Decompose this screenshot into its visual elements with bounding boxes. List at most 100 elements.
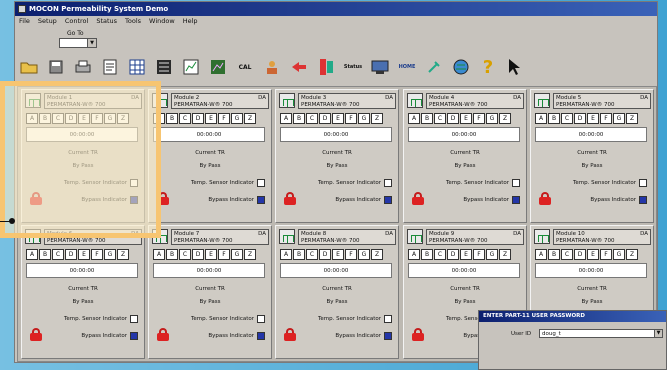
cell-button[interactable]: E — [205, 249, 217, 260]
cell-button[interactable]: B — [166, 249, 178, 260]
cell-button[interactable]: G — [231, 113, 243, 124]
globe-icon[interactable] — [451, 57, 471, 77]
cell-button[interactable]: D — [447, 249, 459, 260]
cell-button[interactable]: B — [293, 113, 305, 124]
back-arrow-icon[interactable] — [289, 57, 309, 77]
cell-button[interactable]: G — [104, 249, 116, 260]
cell-button[interactable]: C — [306, 249, 318, 260]
lock-icon[interactable] — [157, 328, 169, 341]
cell-button[interactable]: C — [561, 249, 573, 260]
module-card[interactable]: Module 4 DA PERMATRAN-W® 700 ABCDEFGZ 00:… — [403, 89, 527, 223]
lock-icon[interactable] — [412, 192, 424, 205]
cell-button[interactable]: C — [52, 249, 64, 260]
cell-button[interactable]: G — [486, 113, 498, 124]
module-tree-icon[interactable] — [534, 229, 550, 244]
module-tree-icon[interactable] — [407, 93, 423, 108]
users-icon[interactable] — [262, 57, 282, 77]
module-card[interactable]: Module 6DA PERMATRAN-W® 700 ABCDEFGZ 00:… — [21, 225, 145, 359]
cell-button[interactable]: D — [319, 249, 331, 260]
cell-button[interactable]: G — [613, 113, 625, 124]
module-tree-icon[interactable] — [279, 93, 295, 108]
module-card[interactable]: Module 2 DA PERMATRAN-W® 700 ABCDEFGZ 00:… — [148, 89, 272, 223]
cell-button[interactable]: F — [218, 249, 230, 260]
cell-button[interactable]: A — [280, 113, 292, 124]
lock-icon[interactable] — [284, 328, 296, 341]
user-id-select[interactable]: doug_t ▼ — [539, 329, 663, 338]
module-card[interactable]: Module 3 DA PERMATRAN-W® 700 ABCDEFGZ 00:… — [275, 89, 399, 223]
cell-button[interactable]: F — [600, 249, 612, 260]
menu-tools[interactable]: Tools — [125, 16, 141, 27]
cell-button[interactable]: Z — [244, 249, 256, 260]
cell-button[interactable]: E — [205, 113, 217, 124]
calibration-icon[interactable]: CAL — [235, 57, 255, 77]
cell-button[interactable]: D — [319, 113, 331, 124]
cell-button[interactable]: D — [192, 249, 204, 260]
cell-button[interactable]: Z — [499, 113, 511, 124]
lock-icon[interactable] — [539, 192, 551, 205]
cell-button[interactable]: F — [473, 113, 485, 124]
table-icon[interactable] — [154, 57, 174, 77]
menu-status[interactable]: Status — [96, 16, 117, 27]
cell-button[interactable]: C — [179, 113, 191, 124]
cell-button[interactable]: B — [548, 249, 560, 260]
menu-control[interactable]: Control — [65, 16, 89, 27]
cell-button[interactable]: A — [153, 249, 165, 260]
goto-select[interactable]: ▼ — [59, 38, 97, 48]
cell-button[interactable]: E — [587, 113, 599, 124]
module-card[interactable]: Module 5 DA PERMATRAN-W® 700 ABCDEFGZ 00:… — [530, 89, 654, 223]
cell-button[interactable]: A — [408, 249, 420, 260]
cell-button[interactable]: C — [306, 113, 318, 124]
cell-button[interactable]: G — [358, 249, 370, 260]
grid-icon[interactable] — [127, 57, 147, 77]
cell-button[interactable]: F — [345, 249, 357, 260]
cell-button[interactable]: C — [179, 249, 191, 260]
cell-button[interactable]: B — [421, 249, 433, 260]
home-icon[interactable]: HOME — [397, 57, 417, 77]
cell-button[interactable]: A — [535, 249, 547, 260]
menu-help[interactable]: Help — [183, 16, 198, 27]
cell-button[interactable]: A — [535, 113, 547, 124]
test-icon[interactable] — [316, 57, 336, 77]
module-card[interactable]: Module 7 DA PERMATRAN-W® 700 ABCDEFGZ 00:… — [148, 225, 272, 359]
print-icon[interactable] — [73, 57, 93, 77]
cell-button[interactable]: B — [293, 249, 305, 260]
cell-button[interactable]: Z — [244, 113, 256, 124]
cell-button[interactable]: B — [421, 113, 433, 124]
module-card[interactable]: Module 8 DA PERMATRAN-W® 700 ABCDEFGZ 00:… — [275, 225, 399, 359]
lock-icon[interactable] — [284, 192, 296, 205]
cell-button[interactable]: D — [574, 249, 586, 260]
cell-button[interactable]: Z — [371, 249, 383, 260]
cell-button[interactable]: E — [587, 249, 599, 260]
cell-button[interactable]: A — [280, 249, 292, 260]
module-tree-icon[interactable] — [534, 93, 550, 108]
menu-file[interactable]: File — [19, 16, 30, 27]
cell-button[interactable]: Z — [626, 113, 638, 124]
module-tree-icon[interactable] — [279, 229, 295, 244]
cell-button[interactable]: D — [192, 113, 204, 124]
cell-button[interactable]: C — [561, 113, 573, 124]
cell-button[interactable]: C — [434, 249, 446, 260]
cell-button[interactable]: F — [218, 113, 230, 124]
cell-button[interactable]: G — [613, 249, 625, 260]
module-tree-icon[interactable] — [407, 229, 423, 244]
cell-button[interactable]: A — [26, 249, 38, 260]
cell-button[interactable]: G — [358, 113, 370, 124]
cell-button[interactable]: D — [574, 113, 586, 124]
cell-button[interactable]: F — [91, 249, 103, 260]
menu-setup[interactable]: Setup — [38, 16, 57, 27]
cell-button[interactable]: F — [345, 113, 357, 124]
cell-button[interactable]: Z — [499, 249, 511, 260]
cell-button[interactable]: C — [434, 113, 446, 124]
cell-button[interactable]: E — [332, 113, 344, 124]
report-icon[interactable] — [100, 57, 120, 77]
cell-button[interactable]: E — [460, 113, 472, 124]
cell-button[interactable]: F — [473, 249, 485, 260]
tools-icon[interactable] — [424, 57, 444, 77]
cell-button[interactable]: E — [78, 249, 90, 260]
cell-button[interactable]: Z — [626, 249, 638, 260]
cell-button[interactable]: E — [332, 249, 344, 260]
status-icon[interactable]: Status — [343, 57, 363, 77]
cell-button[interactable]: D — [447, 113, 459, 124]
lock-icon[interactable] — [412, 328, 424, 341]
cell-button[interactable]: E — [460, 249, 472, 260]
